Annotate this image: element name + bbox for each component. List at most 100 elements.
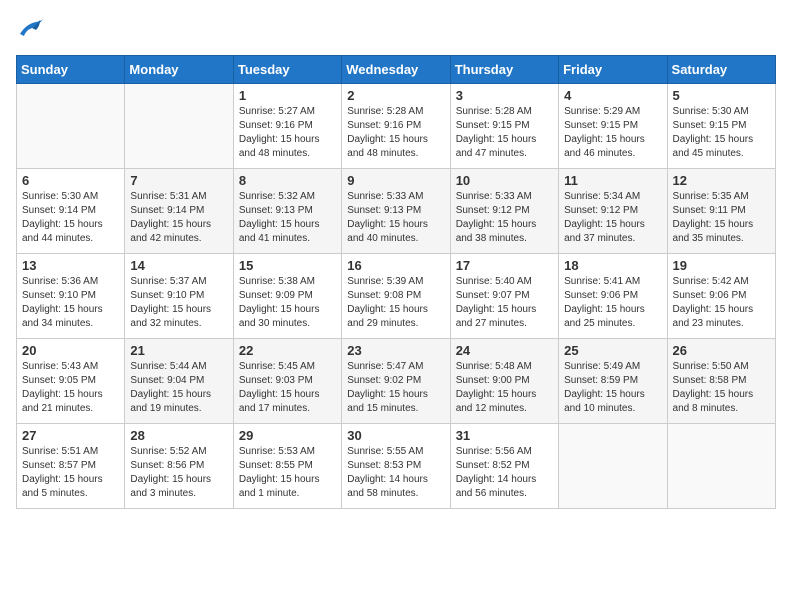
calendar-cell	[17, 84, 125, 169]
day-detail: Sunrise: 5:39 AM Sunset: 9:08 PM Dayligh…	[347, 275, 444, 331]
day-detail: Sunrise: 5:27 AM Sunset: 9:16 PM Dayligh…	[239, 105, 336, 161]
day-detail: Sunrise: 5:51 AM Sunset: 8:57 PM Dayligh…	[22, 445, 119, 501]
calendar-week-row: 27Sunrise: 5:51 AM Sunset: 8:57 PM Dayli…	[17, 424, 776, 509]
day-of-week-header: Wednesday	[342, 56, 450, 84]
calendar-cell: 5 Sunrise: 5:30 AM Sunset: 9:15 PM Daylig…	[667, 84, 775, 169]
calendar-week-row: 1 Sunrise: 5:27 AM Sunset: 9:16 PM Daylig…	[17, 84, 776, 169]
day-detail: Sunrise: 5:33 AM Sunset: 9:12 PM Dayligh…	[456, 190, 553, 246]
calendar-cell: 21 Sunrise: 5:44 AM Sunset: 9:04 PM Dayli…	[125, 339, 233, 424]
day-detail: Sunrise: 5:28 AM Sunset: 9:16 PM Dayligh…	[347, 105, 444, 161]
day-number: 11	[564, 173, 661, 188]
day-detail: Sunrise: 5:50 AM Sunset: 8:58 PM Dayligh…	[673, 360, 770, 416]
day-detail: Sunrise: 5:28 AM Sunset: 9:15 PM Dayligh…	[456, 105, 553, 161]
day-number: 2	[347, 88, 444, 103]
calendar-cell	[667, 424, 775, 509]
page-header	[16, 16, 776, 43]
calendar-cell: 14 Sunrise: 5:37 AM Sunset: 9:10 PM Dayli…	[125, 254, 233, 339]
day-number: 23	[347, 343, 444, 358]
day-detail: Sunrise: 5:55 AM Sunset: 8:53 PM Dayligh…	[347, 445, 444, 501]
day-number: 18	[564, 258, 661, 273]
calendar-table: SundayMondayTuesdayWednesdayThursdayFrid…	[16, 55, 776, 509]
day-detail: Sunrise: 5:47 AM Sunset: 9:02 PM Dayligh…	[347, 360, 444, 416]
day-of-week-header: Saturday	[667, 56, 775, 84]
day-number: 8	[239, 173, 336, 188]
calendar-cell: 11 Sunrise: 5:34 AM Sunset: 9:12 PM Dayli…	[559, 169, 667, 254]
calendar-cell: 4 Sunrise: 5:29 AM Sunset: 9:15 PM Daylig…	[559, 84, 667, 169]
day-number: 1	[239, 88, 336, 103]
day-detail: Sunrise: 5:40 AM Sunset: 9:07 PM Dayligh…	[456, 275, 553, 331]
day-detail: Sunrise: 5:30 AM Sunset: 9:14 PM Dayligh…	[22, 190, 119, 246]
calendar-cell: 26 Sunrise: 5:50 AM Sunset: 8:58 PM Dayli…	[667, 339, 775, 424]
calendar-cell: 19Sunrise: 5:42 AM Sunset: 9:06 PM Dayli…	[667, 254, 775, 339]
calendar-cell: 18Sunrise: 5:41 AM Sunset: 9:06 PM Dayli…	[559, 254, 667, 339]
day-number: 26	[673, 343, 770, 358]
calendar-cell	[125, 84, 233, 169]
calendar-cell: 29 Sunrise: 5:53 AM Sunset: 8:55 PM Dayli…	[233, 424, 341, 509]
day-detail: Sunrise: 5:33 AM Sunset: 9:13 PM Dayligh…	[347, 190, 444, 246]
calendar-cell: 27Sunrise: 5:51 AM Sunset: 8:57 PM Dayli…	[17, 424, 125, 509]
calendar-cell: 15 Sunrise: 5:38 AM Sunset: 9:09 PM Dayli…	[233, 254, 341, 339]
day-number: 7	[130, 173, 227, 188]
calendar-cell: 6 Sunrise: 5:30 AM Sunset: 9:14 PM Daylig…	[17, 169, 125, 254]
calendar-cell: 13 Sunrise: 5:36 AM Sunset: 9:10 PM Dayli…	[17, 254, 125, 339]
day-of-week-header: Tuesday	[233, 56, 341, 84]
calendar-cell: 31 Sunrise: 5:56 AM Sunset: 8:52 PM Dayli…	[450, 424, 558, 509]
day-detail: Sunrise: 5:56 AM Sunset: 8:52 PM Dayligh…	[456, 445, 553, 501]
day-detail: Sunrise: 5:29 AM Sunset: 9:15 PM Dayligh…	[564, 105, 661, 161]
day-number: 3	[456, 88, 553, 103]
day-of-week-header: Friday	[559, 56, 667, 84]
day-number: 12	[673, 173, 770, 188]
day-detail: Sunrise: 5:37 AM Sunset: 9:10 PM Dayligh…	[130, 275, 227, 331]
day-detail: Sunrise: 5:42 AM Sunset: 9:06 PM Dayligh…	[673, 275, 770, 331]
calendar-cell: 24 Sunrise: 5:48 AM Sunset: 9:00 PM Dayli…	[450, 339, 558, 424]
logo-bird-icon	[18, 16, 46, 38]
day-number: 22	[239, 343, 336, 358]
day-number: 21	[130, 343, 227, 358]
calendar-cell: 3 Sunrise: 5:28 AM Sunset: 9:15 PM Daylig…	[450, 84, 558, 169]
day-number: 13	[22, 258, 119, 273]
day-detail: Sunrise: 5:30 AM Sunset: 9:15 PM Dayligh…	[673, 105, 770, 161]
calendar-week-row: 6 Sunrise: 5:30 AM Sunset: 9:14 PM Daylig…	[17, 169, 776, 254]
calendar-cell: 20Sunrise: 5:43 AM Sunset: 9:05 PM Dayli…	[17, 339, 125, 424]
day-number: 17	[456, 258, 553, 273]
day-detail: Sunrise: 5:48 AM Sunset: 9:00 PM Dayligh…	[456, 360, 553, 416]
day-number: 6	[22, 173, 119, 188]
calendar-cell: 2 Sunrise: 5:28 AM Sunset: 9:16 PM Daylig…	[342, 84, 450, 169]
day-number: 30	[347, 428, 444, 443]
day-of-week-header: Thursday	[450, 56, 558, 84]
calendar-cell	[559, 424, 667, 509]
calendar-cell: 8Sunrise: 5:32 AM Sunset: 9:13 PM Daylig…	[233, 169, 341, 254]
calendar-cell: 16 Sunrise: 5:39 AM Sunset: 9:08 PM Dayli…	[342, 254, 450, 339]
day-number: 9	[347, 173, 444, 188]
day-detail: Sunrise: 5:38 AM Sunset: 9:09 PM Dayligh…	[239, 275, 336, 331]
day-number: 16	[347, 258, 444, 273]
calendar-cell: 22 Sunrise: 5:45 AM Sunset: 9:03 PM Dayli…	[233, 339, 341, 424]
day-number: 24	[456, 343, 553, 358]
day-number: 4	[564, 88, 661, 103]
day-number: 14	[130, 258, 227, 273]
day-detail: Sunrise: 5:34 AM Sunset: 9:12 PM Dayligh…	[564, 190, 661, 246]
day-number: 31	[456, 428, 553, 443]
logo	[16, 16, 46, 43]
day-number: 28	[130, 428, 227, 443]
day-number: 15	[239, 258, 336, 273]
day-number: 25	[564, 343, 661, 358]
day-detail: Sunrise: 5:53 AM Sunset: 8:55 PM Dayligh…	[239, 445, 336, 501]
day-detail: Sunrise: 5:45 AM Sunset: 9:03 PM Dayligh…	[239, 360, 336, 416]
day-number: 29	[239, 428, 336, 443]
calendar-header-row: SundayMondayTuesdayWednesdayThursdayFrid…	[17, 56, 776, 84]
day-number: 5	[673, 88, 770, 103]
day-detail: Sunrise: 5:44 AM Sunset: 9:04 PM Dayligh…	[130, 360, 227, 416]
day-of-week-header: Sunday	[17, 56, 125, 84]
calendar-cell: 30 Sunrise: 5:55 AM Sunset: 8:53 PM Dayli…	[342, 424, 450, 509]
calendar-cell: 1 Sunrise: 5:27 AM Sunset: 9:16 PM Daylig…	[233, 84, 341, 169]
day-detail: Sunrise: 5:43 AM Sunset: 9:05 PM Dayligh…	[22, 360, 119, 416]
day-detail: Sunrise: 5:31 AM Sunset: 9:14 PM Dayligh…	[130, 190, 227, 246]
calendar-cell: 12 Sunrise: 5:35 AM Sunset: 9:11 PM Dayli…	[667, 169, 775, 254]
calendar-cell: 28Sunrise: 5:52 AM Sunset: 8:56 PM Dayli…	[125, 424, 233, 509]
calendar-cell: 25Sunrise: 5:49 AM Sunset: 8:59 PM Dayli…	[559, 339, 667, 424]
day-detail: Sunrise: 5:36 AM Sunset: 9:10 PM Dayligh…	[22, 275, 119, 331]
calendar-week-row: 20Sunrise: 5:43 AM Sunset: 9:05 PM Dayli…	[17, 339, 776, 424]
calendar-cell: 9 Sunrise: 5:33 AM Sunset: 9:13 PM Daylig…	[342, 169, 450, 254]
day-detail: Sunrise: 5:35 AM Sunset: 9:11 PM Dayligh…	[673, 190, 770, 246]
